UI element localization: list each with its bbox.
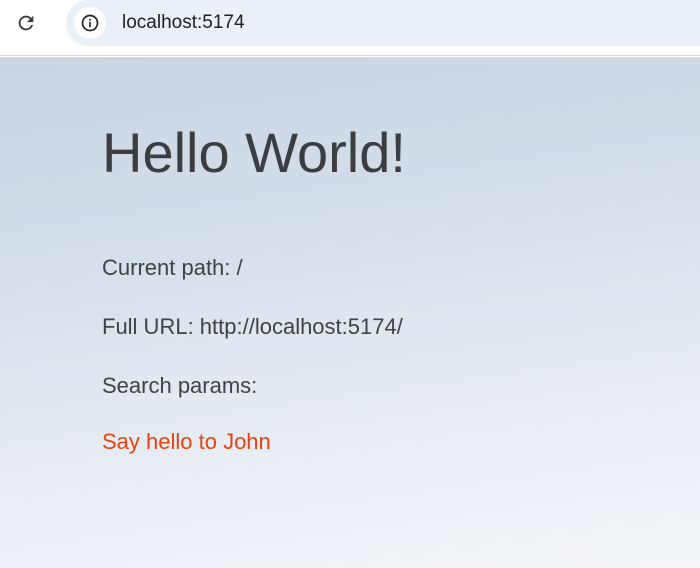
say-hello-link[interactable]: Say hello to John <box>102 429 271 455</box>
site-info-button[interactable] <box>74 7 106 39</box>
address-bar[interactable]: localhost:5174 <box>66 0 700 46</box>
browser-toolbar: localhost:5174 <box>0 0 700 56</box>
page-viewport: Hello World! Current path: / Full URL: h… <box>0 57 700 568</box>
search-params-text: Search params: <box>102 373 258 398</box>
reload-icon <box>18 15 34 31</box>
info-icon <box>81 14 99 32</box>
reload-button[interactable] <box>10 7 42 39</box>
current-path-text: Current path: / <box>102 255 243 280</box>
url-text[interactable]: localhost:5174 <box>122 12 245 34</box>
full-url-text: Full URL: http://localhost:5174/ <box>102 314 403 339</box>
page-title: Hello World! <box>102 121 406 184</box>
